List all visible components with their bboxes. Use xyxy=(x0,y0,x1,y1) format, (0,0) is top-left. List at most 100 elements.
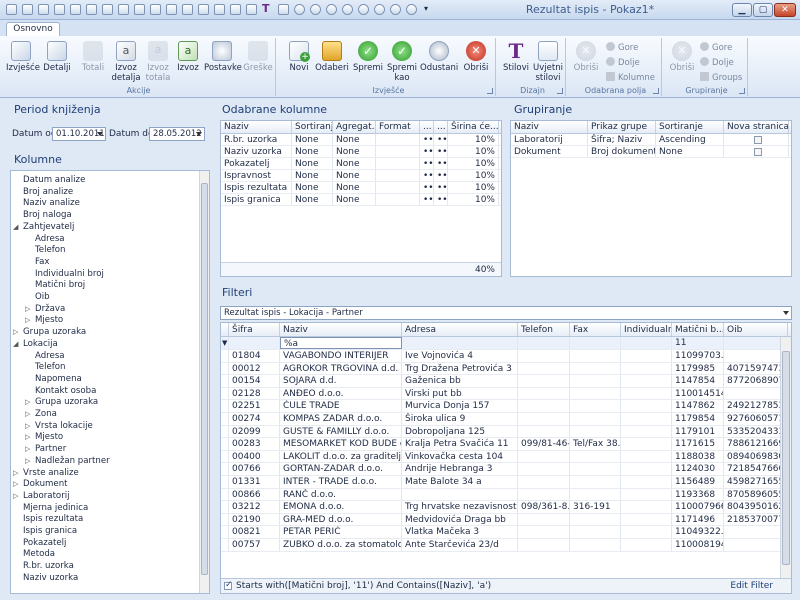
filter-cell[interactable]: 11 xyxy=(672,337,724,349)
tree-item[interactable]: Adresa xyxy=(35,351,65,362)
expand-icon[interactable]: ▷ xyxy=(13,480,18,488)
tree-item[interactable]: Kontakt osoba xyxy=(35,386,96,397)
column-header[interactable]: Nova stranica n... xyxy=(724,121,789,133)
table-row[interactable]: 00154 SOJARA d.d. Gaženica bb 1147854 877206… xyxy=(221,375,791,388)
filter-cell[interactable]: %a xyxy=(280,337,402,349)
tree-item[interactable]: Nadležan partner xyxy=(35,456,110,467)
new-page-checkbox[interactable] xyxy=(753,147,762,156)
table-row[interactable]: Naziv uzorkaNoneNone••••••10% xyxy=(221,146,501,158)
table-row[interactable]: 00866 RANČ d.o.o. 1193368 87058960552 xyxy=(221,488,791,502)
expand-icon[interactable]: ▷ xyxy=(25,410,30,418)
customize-quick-access-icon[interactable]: ▾ xyxy=(424,4,435,15)
tree-item[interactable]: Matični broj xyxy=(35,280,85,291)
obrisi-grupe-button[interactable]: ✕ Obriši xyxy=(668,41,696,73)
dialog-launcher-icon[interactable] xyxy=(557,88,563,94)
quick-access-icon[interactable] xyxy=(214,4,225,15)
arrow-up-icon[interactable] xyxy=(310,4,321,15)
izvoz-button[interactable]: a Izvoz xyxy=(174,41,202,73)
tree-item[interactable]: R.br. uzorka xyxy=(23,561,74,572)
scroll-thumb[interactable] xyxy=(201,183,208,575)
izvoz-totala-button[interactable]: a Izvoz totala xyxy=(144,41,172,83)
izvoz-detalja-button[interactable]: a Izvoz detalja xyxy=(110,41,142,83)
column-header[interactable]: Širina će... xyxy=(448,121,499,133)
tree-item[interactable]: Adresa xyxy=(35,234,65,245)
style-icon[interactable]: T xyxy=(262,3,273,15)
expand-icon[interactable]: ▷ xyxy=(25,422,30,430)
column-header[interactable]: Fax xyxy=(570,323,621,336)
table-row[interactable]: 00283MESOMARKET KOD BUDE d.o...Kralja Pe… xyxy=(221,438,791,451)
tree-item[interactable]: Metoda xyxy=(23,549,55,560)
quick-access-icon[interactable] xyxy=(246,4,257,15)
table-row[interactable]: 02128 ANĐEO d.o.o. Virski put bb 110014514 xyxy=(221,387,791,401)
filter-cell[interactable] xyxy=(570,337,621,349)
quick-access-icon[interactable] xyxy=(118,4,129,15)
obrisi-button[interactable]: ✕ Obriši xyxy=(460,41,492,73)
expand-icon[interactable]: ▷ xyxy=(25,445,30,453)
tree-item[interactable]: Zahtjevatelj xyxy=(23,222,74,233)
dialog-launcher-icon[interactable] xyxy=(487,88,493,94)
quick-access-icon[interactable] xyxy=(278,4,289,15)
totali-button[interactable]: Totali xyxy=(78,41,108,73)
expand-icon[interactable]: ▷ xyxy=(25,433,30,441)
expand-icon[interactable]: ▷ xyxy=(25,457,30,465)
column-header[interactable]: Naziv xyxy=(221,121,292,133)
quick-access-icon[interactable] xyxy=(102,4,113,15)
spremi-kao-button[interactable]: ✓ Spremi kao xyxy=(386,41,418,83)
quick-access-icon[interactable] xyxy=(182,4,193,15)
tree-item[interactable]: Ispis rezultata xyxy=(23,514,83,525)
expand-icon[interactable]: ▷ xyxy=(13,469,18,477)
uvjetni-stilovi-button[interactable]: Uvjetni stilovi xyxy=(532,41,564,83)
column-header[interactable]: Format xyxy=(376,121,420,133)
tree-scrollbar[interactable] xyxy=(199,171,209,593)
quick-access-icon[interactable] xyxy=(198,4,209,15)
greske-button[interactable]: Greške xyxy=(242,41,274,73)
table-row[interactable]: Ispis rezultataNoneNone••••••10% xyxy=(221,182,501,194)
tree-item[interactable]: Laboratorij xyxy=(23,491,70,502)
postavke-button[interactable]: Postavke xyxy=(204,41,242,73)
expand-icon[interactable]: ▷ xyxy=(25,305,30,313)
obrisi-polja-button[interactable]: ✕ Obriši xyxy=(572,41,600,73)
table-row[interactable]: Ispis granicaNoneNone••••••10% xyxy=(221,194,501,206)
quick-access-icon[interactable] xyxy=(38,4,49,15)
app-icon[interactable] xyxy=(6,4,17,15)
collapse-icon[interactable]: ◢ xyxy=(13,340,18,348)
column-header[interactable]: ... xyxy=(434,121,448,133)
table-row[interactable]: 02190 GRA-MED d.o.o. Medvidovića Draga bb 1… xyxy=(221,513,791,527)
collapse-icon[interactable]: ◢ xyxy=(13,223,18,231)
table-row[interactable]: 02251 ĆULE TRADE Murvica Donja 157 1147862 2… xyxy=(221,400,791,413)
column-header[interactable]: Prikaz grupe xyxy=(588,121,656,133)
tree-item[interactable]: Datum analize xyxy=(23,175,85,186)
groups-button[interactable]: Groups xyxy=(700,72,742,83)
tree-item[interactable]: Telefon xyxy=(35,362,65,373)
novi-button[interactable]: + Novi xyxy=(286,41,312,73)
table-row[interactable]: 00274 KOMPAS ZADAR d.o.o. Široka ulica 9 11… xyxy=(221,412,791,426)
tree-item[interactable]: Napomena xyxy=(35,374,82,385)
quick-access-icon[interactable] xyxy=(230,4,241,15)
filter-cell[interactable] xyxy=(724,337,788,349)
tree-item[interactable]: Fax xyxy=(35,257,50,268)
table-row[interactable]: Laboratorij Šifra; Naziv Ascending xyxy=(511,134,791,146)
column-header[interactable]: Naziv xyxy=(280,323,402,336)
column-header[interactable]: Agregat... xyxy=(333,121,376,133)
quick-access-icon[interactable] xyxy=(86,4,97,15)
tree-item[interactable]: Zona xyxy=(35,409,57,420)
filter-row[interactable]: ▼ %a 11 xyxy=(221,337,791,350)
arrow-up-icon[interactable] xyxy=(374,4,385,15)
tree-item[interactable]: Broj analize xyxy=(23,187,73,198)
table-row[interactable]: 00400LAKOLIT d.o.o. za graditeljstvo,...… xyxy=(221,450,791,464)
table-row[interactable]: DokumentBroj dokumenta...None xyxy=(511,146,791,158)
stilovi-button[interactable]: T Stilovi xyxy=(502,41,530,73)
tree-item[interactable]: Naziv analize xyxy=(23,198,80,209)
column-header[interactable]: Šifra xyxy=(229,323,280,336)
column-header[interactable]: Matični b... xyxy=(672,323,724,336)
maximize-button[interactable]: ▢ xyxy=(753,3,773,17)
expand-icon[interactable]: ▷ xyxy=(13,492,18,500)
date-to-input[interactable]: 28.05.2012 xyxy=(149,127,205,141)
dialog-launcher-icon[interactable] xyxy=(653,88,659,94)
table-row[interactable]: R.br. uzorkaNoneNone••••••10% xyxy=(221,134,501,146)
column-header[interactable]: Oib xyxy=(724,323,788,336)
tree-item[interactable]: Individualni broj xyxy=(35,269,104,280)
quick-access-icon[interactable] xyxy=(150,4,161,15)
tab-osnovno[interactable]: Osnovno xyxy=(6,22,60,36)
dialog-launcher-icon[interactable] xyxy=(739,88,745,94)
